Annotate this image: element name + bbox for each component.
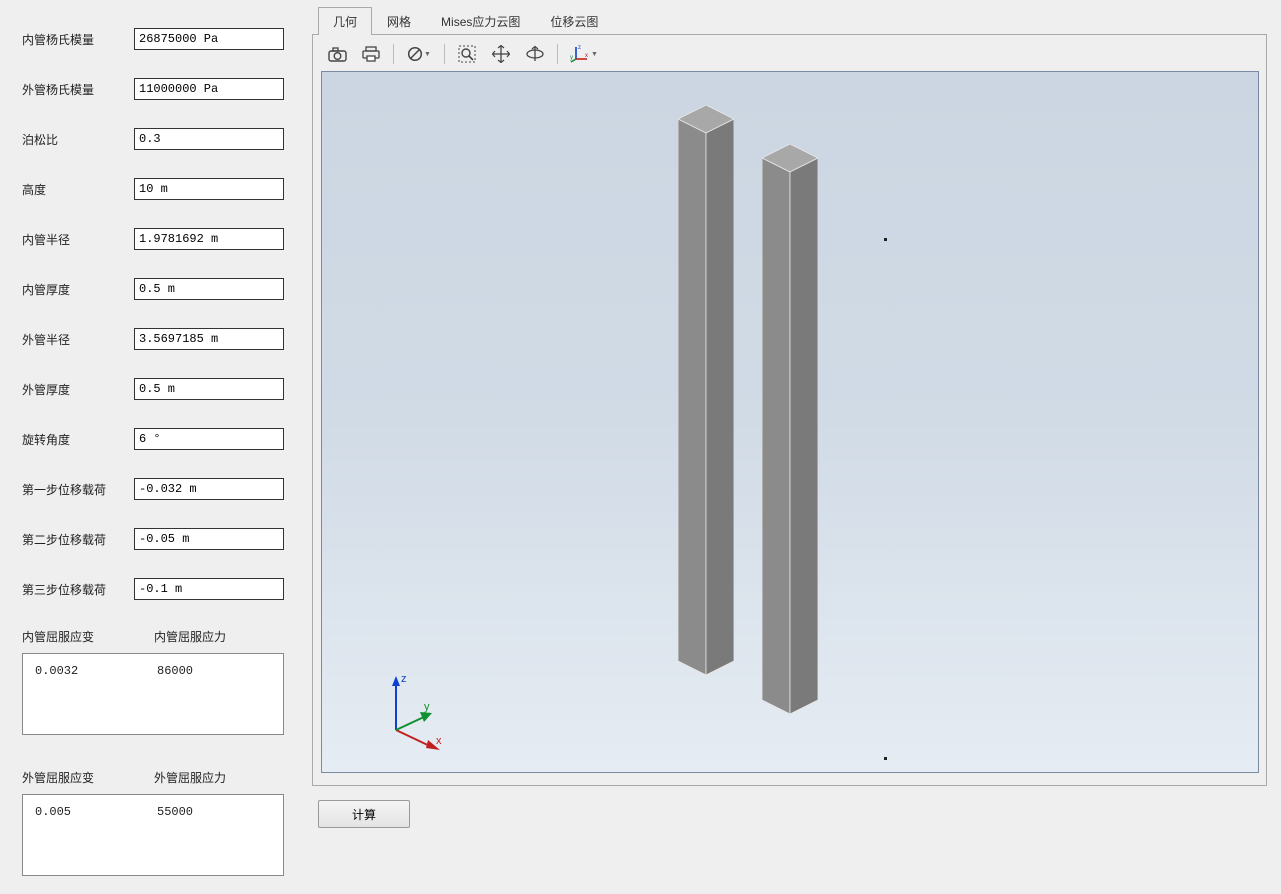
pan-icon[interactable] <box>487 42 515 66</box>
inner-radius-input[interactable] <box>134 228 284 250</box>
field-label: 旋转角度 <box>22 431 134 448</box>
field-label: 外管杨氏模量 <box>22 81 134 98</box>
marker-dot <box>884 757 887 760</box>
marker-dot <box>884 238 887 241</box>
tab-mesh[interactable]: 网格 <box>372 7 426 35</box>
step2-disp-input[interactable] <box>134 528 284 550</box>
tab-bar: 几何 网格 Mises应力云图 位移云图 <box>312 8 1267 34</box>
step1-disp-input[interactable] <box>134 478 284 500</box>
inner-young-input[interactable] <box>134 28 284 50</box>
print-icon[interactable] <box>357 42 385 66</box>
inner-thickness-input[interactable] <box>134 278 284 300</box>
outer-radius-input[interactable] <box>134 328 284 350</box>
svg-text:x: x <box>436 735 442 747</box>
rotate-icon[interactable] <box>521 42 549 66</box>
axes-icon[interactable]: zx y ▼ <box>566 42 602 66</box>
outer-yield-strain-value: 0.005 <box>35 805 157 865</box>
zoom-box-icon[interactable] <box>453 42 481 66</box>
field-label: 第三步位移载荷 <box>22 581 134 598</box>
svg-text:x: x <box>585 53 588 59</box>
step3-disp-input[interactable] <box>134 578 284 600</box>
field-label: 外管半径 <box>22 331 134 348</box>
viewport-panel: ▼ zxy ▼ <box>312 34 1267 786</box>
field-label: 内管半径 <box>22 231 134 248</box>
field-label: 泊松比 <box>22 131 134 148</box>
tab-mises[interactable]: Mises应力云图 <box>426 7 535 35</box>
field-label: 内管厚度 <box>22 281 134 298</box>
field-label: 内管杨氏模量 <box>22 31 134 48</box>
outer-thickness-input[interactable] <box>134 378 284 400</box>
field-label: 高度 <box>22 181 134 198</box>
calculate-button[interactable]: 计算 <box>318 800 410 828</box>
svg-text:z: z <box>401 673 407 685</box>
axis-triad-icon: z x y <box>376 670 456 750</box>
svg-text:y: y <box>570 55 573 61</box>
outer-yield-strain-label: 外管屈服应变 <box>22 769 154 786</box>
viewport-toolbar: ▼ zx y ▼ <box>319 41 1260 71</box>
camera-icon[interactable] <box>323 42 351 66</box>
field-label: 第二步位移载荷 <box>22 531 134 548</box>
field-label: 外管厚度 <box>22 381 134 398</box>
tab-geometry[interactable]: 几何 <box>318 7 372 35</box>
geometry-column-left <box>678 105 734 678</box>
inner-yield-strain-value: 0.0032 <box>35 664 157 724</box>
outer-yield-stress-value: 55000 <box>157 805 193 865</box>
rotation-angle-input[interactable] <box>134 428 284 450</box>
no-entry-icon[interactable]: ▼ <box>402 42 436 66</box>
outer-yield-box[interactable]: 0.005 55000 <box>22 794 284 876</box>
outer-young-input[interactable] <box>134 78 284 100</box>
outer-yield-stress-label: 外管屈服应力 <box>154 769 226 786</box>
inner-yield-stress-label: 内管屈服应力 <box>154 628 226 645</box>
inner-yield-stress-value: 86000 <box>157 664 193 724</box>
inner-yield-box[interactable]: 0.0032 86000 <box>22 653 284 735</box>
svg-text:y: y <box>424 701 430 713</box>
poisson-input[interactable] <box>134 128 284 150</box>
geometry-column-right <box>762 144 818 717</box>
height-input[interactable] <box>134 178 284 200</box>
chevron-down-icon: ▼ <box>591 51 598 58</box>
field-label: 第一步位移载荷 <box>22 481 134 498</box>
chevron-down-icon: ▼ <box>424 51 431 58</box>
inner-yield-strain-label: 内管屈服应变 <box>22 628 154 645</box>
parameter-panel: 内管杨氏模量 外管杨氏模量 泊松比 高度 内管半径 内管厚度 外管半径 外管厚度… <box>0 0 306 894</box>
tab-displacement[interactable]: 位移云图 <box>535 7 613 35</box>
svg-text:z: z <box>578 45 581 51</box>
viewport-3d[interactable]: z x y <box>321 71 1259 773</box>
